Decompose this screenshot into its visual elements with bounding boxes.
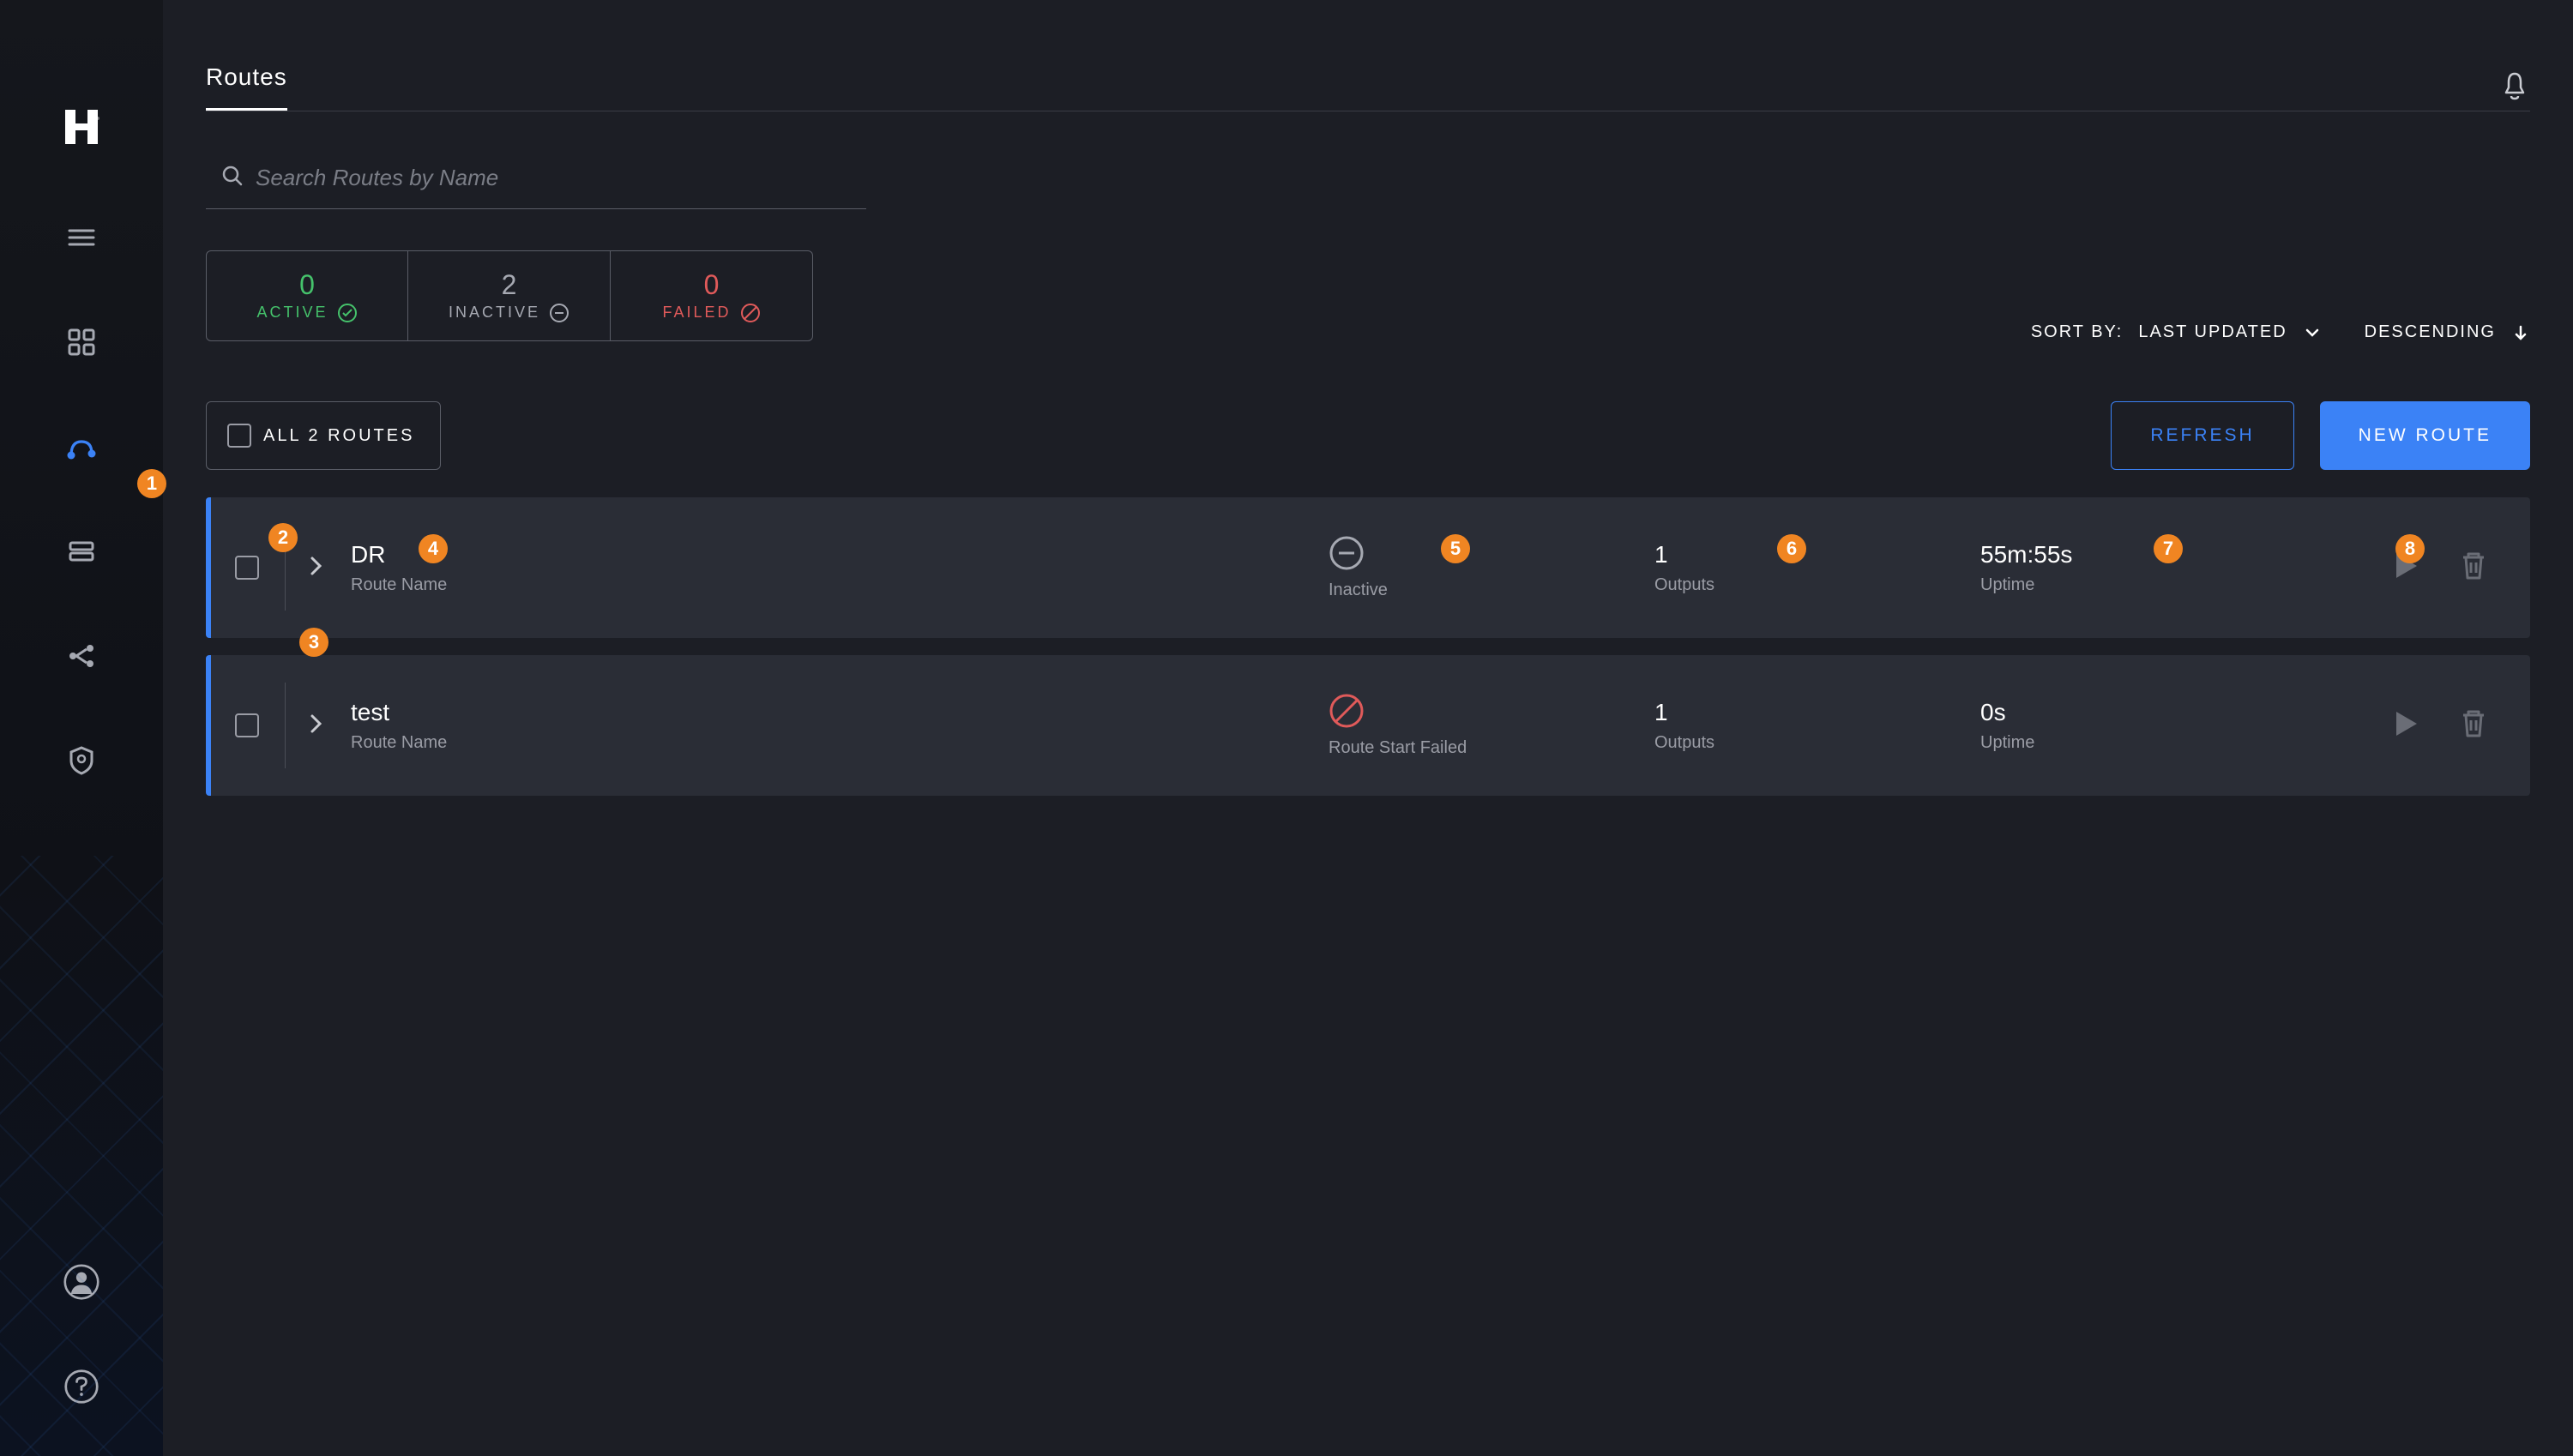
nav-menu-icon[interactable] [63, 220, 99, 256]
expand-chevron-icon[interactable] [308, 712, 325, 740]
col-outputs: 1 Outputs [1654, 699, 1980, 753]
failed-count: 0 [704, 269, 720, 301]
search-icon [221, 165, 244, 187]
active-count: 0 [299, 269, 315, 301]
col-name: test Route Name [351, 699, 1329, 753]
nav-help-icon[interactable] [63, 1369, 99, 1405]
action-buttons: REFRESH NEW ROUTE [2111, 401, 2530, 470]
delete-route-icon[interactable] [2458, 549, 2489, 587]
annotation-badge: 5 [1441, 534, 1470, 563]
notifications-bell-icon[interactable] [2499, 70, 2530, 105]
status-filter-inactive[interactable]: 2 INACTIVE [408, 250, 611, 341]
annotation-badge: 7 [2154, 534, 2183, 563]
search-container [206, 156, 866, 209]
nav-sources-icon[interactable] [63, 533, 99, 569]
outputs-value: 1 [1654, 541, 1980, 569]
status-filter-active[interactable]: 0 ACTIVE [206, 250, 408, 341]
arrow-down-icon [2511, 323, 2530, 342]
failed-label: FAILED [662, 303, 760, 323]
annotation-badge: 8 [2395, 534, 2425, 563]
col-outputs: 1 Outputs [1654, 541, 1980, 595]
row-divider [285, 683, 286, 768]
row-checkbox[interactable] [235, 713, 259, 737]
annotation-badge: 4 [419, 534, 448, 563]
outputs-label: Outputs [1654, 733, 1980, 753]
sidebar [0, 0, 163, 1456]
minus-circle-icon [549, 303, 569, 323]
select-all-toggle[interactable]: ALL 2 ROUTES [206, 401, 441, 470]
annotation-badge: 1 [137, 469, 166, 498]
active-label: ACTIVE [256, 303, 357, 323]
status-text: Route Start Failed [1329, 738, 1654, 758]
nav-network-icon[interactable] [63, 638, 99, 674]
nav-routes-icon[interactable] [63, 429, 99, 465]
list-toolbar: ALL 2 ROUTES REFRESH NEW ROUTE [206, 401, 2530, 470]
app-logo [60, 103, 103, 151]
status-inactive-icon [1329, 535, 1654, 575]
expand-chevron-icon[interactable] [308, 554, 325, 582]
outputs-value: 1 [1654, 699, 1980, 726]
nav-user-icon[interactable] [63, 1264, 99, 1300]
col-status: Inactive [1329, 535, 1654, 600]
select-all-checkbox[interactable] [227, 424, 251, 448]
chevron-down-icon [2303, 323, 2322, 342]
col-status: Route Start Failed [1329, 693, 1654, 758]
nav-dashboard-icon[interactable] [63, 324, 99, 360]
sort-direction-toggle[interactable]: DESCENDING [2365, 322, 2530, 342]
check-circle-icon [337, 303, 358, 323]
uptime-label: Uptime [1980, 575, 2332, 595]
page-header: Routes [206, 0, 2530, 111]
annotation-badge: 6 [1777, 534, 1806, 563]
outputs-label: Outputs [1654, 575, 1980, 595]
refresh-button[interactable]: REFRESH [2111, 401, 2293, 470]
status-failed-icon [1329, 693, 1654, 733]
tab-routes[interactable]: Routes [206, 63, 287, 111]
sort-controls: SORT BY: LAST UPDATED DESCENDING [2031, 322, 2530, 342]
inactive-count: 2 [502, 269, 517, 301]
status-filter-failed[interactable]: 0 FAILED [611, 250, 813, 341]
slash-circle-icon [740, 303, 761, 323]
route-name-label: Route Name [351, 733, 1329, 753]
main-content: Routes 0 ACTIVE 2 INACTIVE 0 [163, 0, 2573, 1456]
row-checkbox[interactable] [235, 556, 259, 580]
route-name-label: Route Name [351, 575, 1329, 595]
route-name: DR [351, 541, 1329, 569]
uptime-value: 0s [1980, 699, 2332, 726]
sort-by-dropdown[interactable]: SORT BY: LAST UPDATED [2031, 322, 2322, 342]
row-actions [2388, 707, 2489, 745]
annotation-badge: 3 [299, 628, 328, 657]
route-row: DR Route Name Inactive 1 Outputs 55m:55s… [206, 497, 2530, 638]
annotation-badge: 2 [268, 523, 298, 552]
new-route-button[interactable]: NEW ROUTE [2320, 401, 2530, 470]
delete-route-icon[interactable] [2458, 707, 2489, 745]
route-name: test [351, 699, 1329, 726]
search-input[interactable] [206, 156, 866, 209]
col-name: DR Route Name [351, 541, 1329, 595]
nav-shield-icon[interactable] [63, 743, 99, 779]
route-row: test Route Name Route Start Failed 1 Out… [206, 655, 2530, 796]
inactive-label: INACTIVE [449, 303, 569, 323]
play-route-icon[interactable] [2388, 707, 2422, 745]
uptime-label: Uptime [1980, 733, 2332, 753]
controls-row [206, 111, 2530, 209]
col-uptime: 0s Uptime [1980, 699, 2332, 753]
status-text: Inactive [1329, 581, 1654, 600]
